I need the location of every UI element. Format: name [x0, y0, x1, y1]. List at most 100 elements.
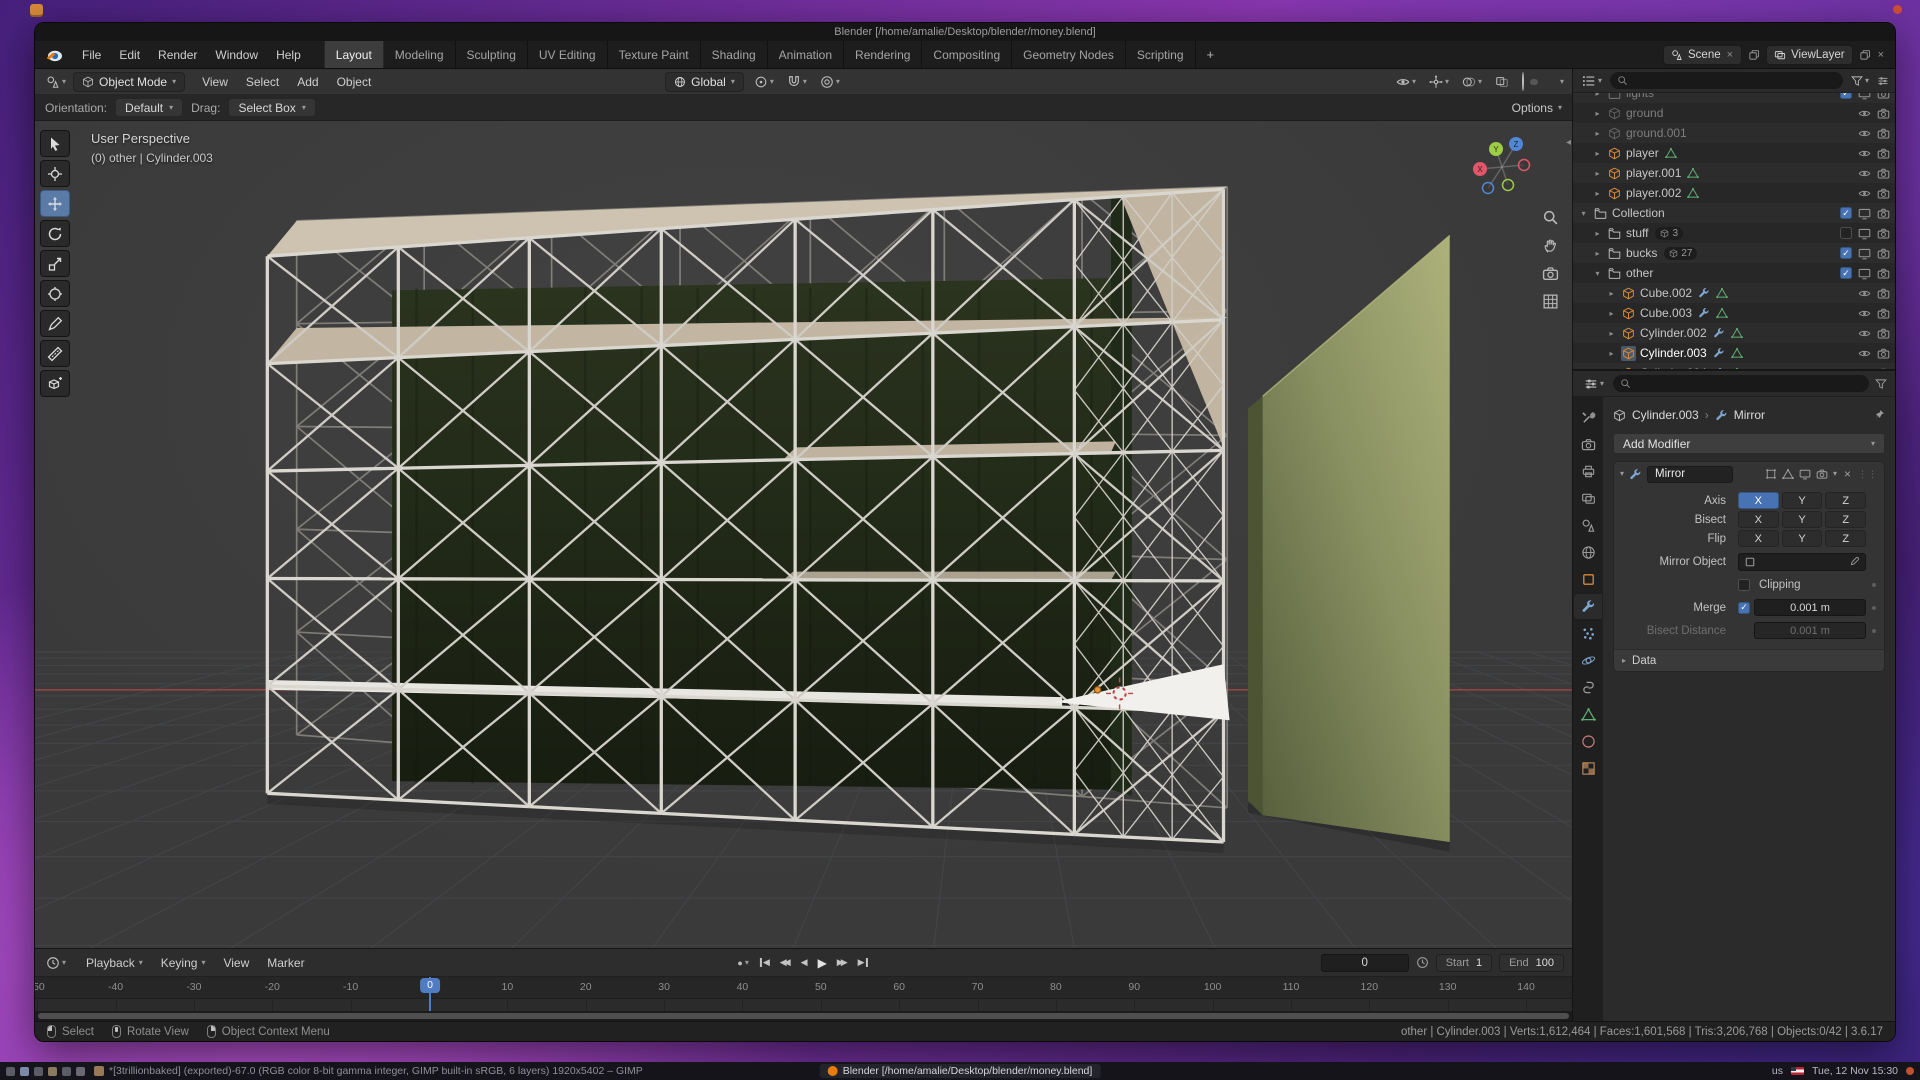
disable-in-renders-icon[interactable]	[1877, 147, 1890, 160]
3d-scene-canvas[interactable]	[35, 121, 1572, 948]
expand-panel-icon[interactable]: ▾	[1620, 470, 1624, 478]
outliner-row-lights[interactable]: ▸lights	[1573, 93, 1895, 103]
properties-tab-material[interactable]	[1574, 729, 1602, 754]
jump-end-button[interactable]: ▶	[854, 955, 873, 970]
taskbar-window-button[interactable]	[34, 1067, 43, 1076]
disclosure-toggle[interactable]: ▸	[1592, 149, 1603, 158]
collection-exclude-checkbox[interactable]	[1840, 247, 1852, 259]
shading-solid-button[interactable]	[1530, 79, 1538, 85]
bisect-distance-field[interactable]: 0.001 m	[1754, 622, 1866, 639]
data-subpanel-header[interactable]: ▸Data	[1614, 649, 1884, 671]
disclosure-toggle[interactable]: ▸	[1592, 189, 1603, 198]
viewport-menu-add[interactable]: Add	[288, 71, 327, 93]
flip-y-button[interactable]: Y	[1782, 530, 1823, 547]
disclosure-toggle[interactable]: ▸	[1592, 169, 1603, 178]
flip-x-button[interactable]: X	[1738, 530, 1779, 547]
transform-tool-button[interactable]	[40, 280, 70, 307]
shading-dropdown-icon[interactable]: ▾	[1560, 78, 1564, 86]
collection-exclude-checkbox[interactable]	[1840, 267, 1852, 279]
overlays-toggle[interactable]: ▾	[1459, 73, 1485, 91]
properties-tab-texture[interactable]	[1574, 756, 1602, 781]
properties-tab-scene[interactable]	[1574, 513, 1602, 538]
workspace-tab-shading[interactable]: Shading	[701, 41, 768, 68]
workspace-tab-scripting[interactable]: Scripting	[1126, 41, 1196, 68]
properties-tab-tool[interactable]	[1574, 405, 1602, 430]
disable-in-renders-icon[interactable]	[1877, 107, 1890, 120]
properties-tab-world[interactable]	[1574, 540, 1602, 565]
options-dropdown[interactable]: Options▾	[1512, 101, 1562, 115]
mirror-object-field[interactable]	[1738, 553, 1866, 571]
keyboard-layout-indicator[interactable]: us	[1772, 1065, 1783, 1077]
axis-y-button[interactable]: Y	[1782, 492, 1823, 509]
gizmos-dropdown-icon[interactable]: ▾	[1445, 78, 1449, 86]
disable-in-renders-icon[interactable]	[1877, 347, 1890, 360]
hide-in-viewport-icon[interactable]	[1858, 107, 1871, 120]
flip-z-button[interactable]: Z	[1825, 530, 1866, 547]
collection-exclude-checkbox[interactable]	[1840, 93, 1852, 99]
visibility-dropdown-icon[interactable]: ▾	[1412, 78, 1416, 86]
timeline-editor-type-button[interactable]: ▾	[43, 954, 69, 972]
window-titlebar[interactable]: Blender [/home/amalie/Desktop/blender/mo…	[35, 23, 1895, 41]
outliner-row-cylinder-002[interactable]: ▸Cylinder.002	[1573, 323, 1895, 343]
workspace-tab-animation[interactable]: Animation	[768, 41, 844, 68]
auto-keying-button[interactable]: ●▾	[734, 956, 751, 970]
disable-in-renders-icon[interactable]	[1877, 93, 1890, 100]
cursor-tool-button[interactable]	[40, 160, 70, 187]
taskbar-window-button[interactable]	[20, 1067, 29, 1076]
outliner-row-ground[interactable]: ▸ground	[1573, 103, 1895, 123]
outliner-row-player-002[interactable]: ▸player.002	[1573, 183, 1895, 203]
scale-tool-button[interactable]	[40, 250, 70, 277]
disable-in-viewports-icon[interactable]	[1858, 227, 1871, 240]
select-box-tool-button[interactable]	[40, 130, 70, 157]
gizmos-toggle[interactable]: ▾	[1426, 73, 1452, 91]
play-button[interactable]: ▶	[814, 954, 831, 972]
merge-threshold-field[interactable]: 0.001 m	[1754, 599, 1866, 616]
modifier-panel-header[interactable]: ▾ Mirror ▾ ×	[1614, 462, 1884, 486]
menu-edit[interactable]: Edit	[110, 44, 149, 66]
timeline-menu-view[interactable]: View	[214, 952, 258, 974]
overlays-dropdown-icon[interactable]: ▾	[1478, 78, 1482, 86]
xray-toggle[interactable]	[1492, 73, 1512, 91]
workspace-tab-geometry-nodes[interactable]: Geometry Nodes	[1012, 41, 1126, 68]
mode-dropdown[interactable]: Object Mode▾	[73, 72, 185, 92]
disable-in-renders-icon[interactable]	[1877, 307, 1890, 320]
measure-tool-button[interactable]	[40, 340, 70, 367]
orientation-setting-dropdown[interactable]: Default▾	[115, 98, 183, 117]
hide-in-viewport-icon[interactable]	[1858, 147, 1871, 160]
orientation-dropdown[interactable]: Global▾	[665, 72, 744, 92]
breadcrumb-object-name[interactable]: Cylinder.003	[1632, 408, 1699, 422]
disable-in-renders-icon[interactable]	[1877, 247, 1890, 260]
disable-in-renders-icon[interactable]	[1877, 327, 1890, 340]
timeline-ruler[interactable]: -50-40-30-20-100102030405060708090100110…	[35, 977, 1572, 999]
visibility-toggle[interactable]: ▾	[1393, 73, 1419, 91]
outliner-editor-type-button[interactable]: ▾	[1579, 72, 1605, 90]
eyedropper-icon[interactable]	[1848, 556, 1860, 568]
display-on-cage-icon[interactable]	[1765, 468, 1777, 480]
disclosure-toggle[interactable]: ▸	[1606, 369, 1617, 370]
taskbar-gimp-window-button[interactable]: *[3trillionbaked] (exported)-67.0 (RGB c…	[94, 1065, 643, 1077]
taskbar-window-button[interactable]	[76, 1067, 85, 1076]
bisect-y-button[interactable]: Y	[1782, 511, 1823, 528]
taskbar-window-button[interactable]	[6, 1067, 15, 1076]
outliner-row-other[interactable]: ▾other	[1573, 263, 1895, 283]
viewport-menu-view[interactable]: View	[193, 71, 237, 93]
modifier-name-field[interactable]: Mirror	[1647, 466, 1733, 483]
axis-z-button[interactable]: Z	[1825, 492, 1866, 509]
axis-x-button[interactable]: X	[1738, 492, 1779, 509]
disable-in-renders-icon[interactable]	[1877, 127, 1890, 140]
menu-file[interactable]: File	[73, 44, 110, 66]
properties-tab-particles[interactable]	[1574, 621, 1602, 646]
region-collapse-arrow[interactable]: ◂	[1566, 137, 1571, 148]
disclosure-toggle[interactable]: ▸	[1606, 349, 1617, 358]
view-layer-selector[interactable]: ViewLayer	[1766, 45, 1853, 65]
hide-in-viewport-icon[interactable]	[1858, 367, 1871, 370]
rotate-tool-button[interactable]	[40, 220, 70, 247]
disable-in-viewports-icon[interactable]	[1858, 207, 1871, 220]
playhead[interactable]: 0	[429, 977, 431, 1011]
tray-notification-icon[interactable]	[1906, 1067, 1914, 1075]
disclosure-toggle[interactable]: ▾	[1578, 209, 1589, 218]
hide-in-viewport-icon[interactable]	[1858, 287, 1871, 300]
timeline-menu-marker[interactable]: Marker	[258, 952, 313, 974]
outliner-row-cylinder-004[interactable]: ▸Cylinder.004	[1573, 363, 1895, 369]
pivot-point-dropdown[interactable]: ▾	[751, 73, 777, 91]
